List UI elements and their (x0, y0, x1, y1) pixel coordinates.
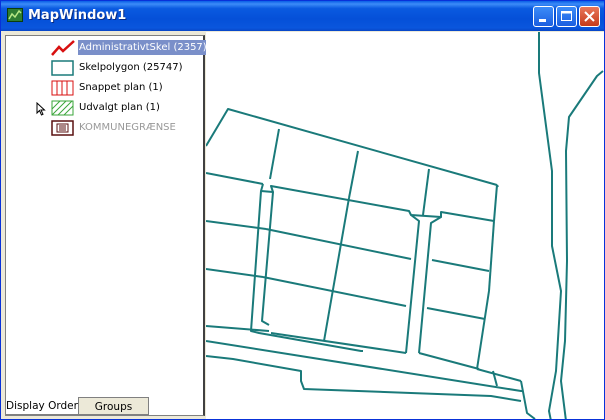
app-icon (7, 8, 23, 22)
line-icon (51, 40, 75, 56)
close-button[interactable] (579, 6, 600, 27)
layer-label: KOMMUNEGRÆNSE (79, 122, 176, 133)
boundary-icon (51, 120, 74, 136)
maximize-icon (561, 11, 572, 21)
tab-groups[interactable]: Groups (79, 397, 149, 415)
close-icon (584, 11, 595, 22)
legend-tabs: Display Order Groups (5, 397, 205, 416)
map-window: MapWindow1 AdministrativtSkel (2357) Ske… (0, 0, 605, 420)
polygon-icon (51, 60, 74, 76)
layer-label: AdministrativtSkel (2357) (78, 40, 208, 55)
minimize-icon (539, 19, 546, 22)
tab-display-order[interactable]: Display Order (5, 397, 79, 415)
green-hatch-icon (51, 100, 74, 116)
layer-label: Udvalgt plan (1) (79, 102, 160, 113)
maximize-button[interactable] (556, 6, 577, 27)
map-parcels (206, 32, 604, 419)
legend-panel[interactable]: AdministrativtSkel (2357) Skelpolygon (2… (5, 35, 208, 416)
map-canvas[interactable] (206, 32, 604, 419)
window-title: MapWindow1 (28, 8, 127, 23)
layer-label: Skelpolygon (25747) (79, 62, 183, 73)
red-hatch-icon (51, 80, 74, 96)
title-bar[interactable]: MapWindow1 (1, 1, 604, 31)
mouse-pointer-icon (36, 102, 46, 116)
layer-label: Snappet plan (1) (79, 82, 163, 93)
minimize-button[interactable] (533, 6, 554, 27)
